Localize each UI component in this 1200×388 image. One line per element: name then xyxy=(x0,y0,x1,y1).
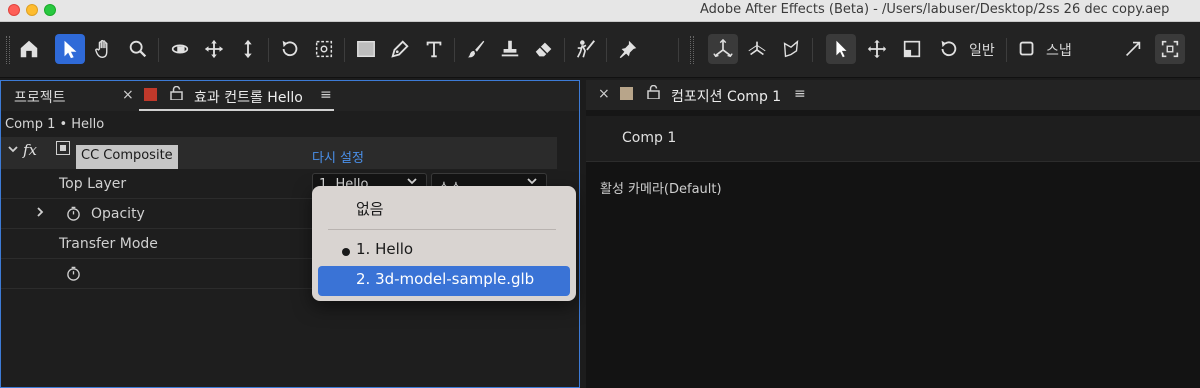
window-minimize-button[interactable] xyxy=(26,4,38,16)
toolbar-separator xyxy=(564,38,565,62)
move-icon[interactable] xyxy=(862,34,892,64)
window-title: Adobe After Effects (Beta) - /Users/labu… xyxy=(700,2,1170,17)
composition-panel: × 컴포지션 Comp 1 ≡ Comp 1 활성 카메라(Default) xyxy=(586,80,1200,388)
toolbar-separator xyxy=(158,38,159,62)
property-label: Opacity xyxy=(91,206,145,222)
dropdown-divider xyxy=(328,229,556,230)
composition-viewer[interactable]: 활성 카메라(Default) xyxy=(586,162,1200,388)
toolbar-separator xyxy=(268,38,269,62)
panel-menu-icon[interactable]: ≡ xyxy=(794,86,806,102)
checked-bullet-icon xyxy=(342,248,350,256)
toolbar-separator xyxy=(812,38,813,62)
tab-composition[interactable]: 컴포지션 Comp 1 xyxy=(671,86,781,106)
label-color-swatch[interactable] xyxy=(620,87,633,100)
expand-chevron-icon[interactable] xyxy=(35,206,45,222)
zoom-icon[interactable] xyxy=(123,34,153,64)
selection-arrow-icon[interactable] xyxy=(55,34,85,64)
dropdown-option-3d-model[interactable]: 2. 3d-model-sample.glb xyxy=(318,266,570,296)
anchor-point-icon[interactable] xyxy=(309,34,339,64)
dropdown-option-none[interactable]: 없음 xyxy=(318,194,570,224)
effect-enable-checkbox[interactable] xyxy=(56,141,70,155)
local-axis-icon[interactable] xyxy=(742,34,772,64)
tab-effect-controls[interactable]: 효과 컨트롤 Hello xyxy=(194,87,303,107)
window-zoom-button[interactable] xyxy=(44,4,56,16)
active-camera-label: 활성 카메라(Default) xyxy=(600,182,722,197)
rotate-icon[interactable] xyxy=(933,34,963,64)
close-tab-icon[interactable]: × xyxy=(122,87,134,103)
collapse-chevron-icon[interactable] xyxy=(7,143,19,158)
lock-icon[interactable] xyxy=(170,85,183,103)
active-tab-indicator xyxy=(139,109,334,111)
effect-header-row: fx CC Composite 다시 설정 xyxy=(1,137,557,169)
dropdown-option-hello[interactable]: 1. Hello xyxy=(318,236,570,266)
layer-dropdown-menu: 없음 1. Hello 2. 3d-model-sample.glb xyxy=(312,186,576,301)
comp-subtab[interactable]: Comp 1 xyxy=(622,130,676,146)
title-bar: Adobe After Effects (Beta) - /Users/labu… xyxy=(0,0,1200,22)
window-close-button[interactable] xyxy=(8,4,20,16)
fit-icon[interactable] xyxy=(1155,34,1185,64)
general-label[interactable]: 일반 xyxy=(969,40,995,60)
home-icon[interactable] xyxy=(14,34,44,64)
property-label: Transfer Mode xyxy=(59,236,158,252)
right-panel-tabs: × 컴포지션 Comp 1 ≡ xyxy=(586,80,1200,110)
reset-link[interactable]: 다시 설정 xyxy=(312,147,364,166)
tools-toolbar: 일반 스냅 xyxy=(0,22,1200,78)
rectangle-icon[interactable] xyxy=(351,34,381,64)
rotate-icon[interactable] xyxy=(275,34,305,64)
roto-brush-icon[interactable] xyxy=(571,34,601,64)
orbit-camera-icon[interactable] xyxy=(165,34,195,64)
breadcrumb: Comp 1 • Hello xyxy=(5,117,105,132)
toolbar-separator xyxy=(454,38,455,62)
dropdown-option-label: 1. Hello xyxy=(356,240,414,258)
toolbar-grip[interactable] xyxy=(6,36,10,64)
pan-camera-icon[interactable] xyxy=(199,34,229,64)
snap-checkbox[interactable] xyxy=(1012,34,1042,64)
tab-project[interactable]: 프로젝트 xyxy=(14,87,66,107)
lock-icon[interactable] xyxy=(647,84,660,102)
brush-icon[interactable] xyxy=(461,34,491,64)
eraser-icon[interactable] xyxy=(529,34,559,64)
pen-icon[interactable] xyxy=(385,34,415,64)
hand-icon[interactable] xyxy=(89,34,119,64)
expand-icon[interactable] xyxy=(1118,34,1148,64)
type-icon[interactable] xyxy=(419,34,449,64)
close-tab-icon[interactable]: × xyxy=(598,86,610,102)
label-color-swatch[interactable] xyxy=(144,88,157,101)
snap-label[interactable]: 스냅 xyxy=(1046,40,1072,60)
select-icon[interactable] xyxy=(826,34,856,64)
stopwatch-icon[interactable] xyxy=(66,206,81,221)
property-label: Top Layer xyxy=(59,176,127,192)
comp-navigator-bar: Comp 1 xyxy=(586,116,1200,162)
toolbar-grip[interactable] xyxy=(690,36,694,64)
dolly-camera-icon[interactable] xyxy=(233,34,263,64)
view-axis-icon[interactable] xyxy=(776,34,806,64)
toolbar-separator xyxy=(344,38,345,62)
toolbar-separator xyxy=(606,38,607,62)
clone-stamp-icon[interactable] xyxy=(495,34,525,64)
toolbar-separator xyxy=(678,38,679,62)
scale-icon[interactable] xyxy=(897,34,927,64)
puppet-pin-icon[interactable] xyxy=(613,34,643,64)
stopwatch-icon[interactable] xyxy=(66,266,81,281)
toolbar-separator xyxy=(1006,38,1007,62)
effect-name[interactable]: CC Composite xyxy=(76,145,178,169)
left-panel-tabs: 프로젝트 × 효과 컨트롤 Hello ≡ xyxy=(1,81,579,111)
panel-menu-icon[interactable]: ≡ xyxy=(320,87,332,103)
universal-axis-icon[interactable] xyxy=(708,34,738,64)
fx-toggle[interactable]: fx xyxy=(23,141,37,159)
dropdown-option-label: 2. 3d-model-sample.glb xyxy=(356,270,535,288)
